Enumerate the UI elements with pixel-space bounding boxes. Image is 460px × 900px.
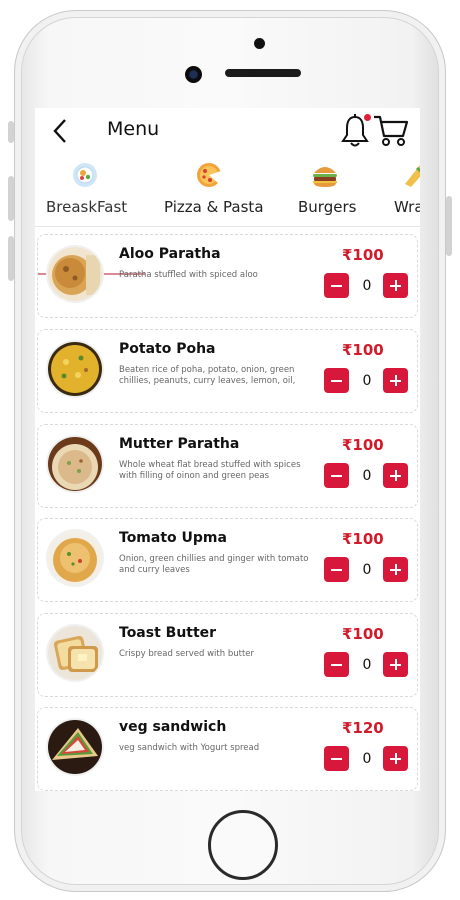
pizza-icon: [197, 163, 222, 187]
aloo-paratha-photo: [48, 247, 102, 301]
item-name: Tomato Upma: [119, 530, 227, 546]
menu-item: Tomato Upma Onion, green chillies and gi…: [37, 518, 418, 602]
item-name: Toast Butter: [119, 625, 217, 641]
mutter-paratha-photo: [48, 437, 102, 491]
item-description: Paratha stuffled with spiced aloo: [119, 270, 258, 280]
tab-label: Pizza & Pasta: [164, 198, 264, 216]
item-quantity: 0: [362, 278, 372, 294]
item-quantity: 0: [362, 468, 372, 484]
tab-label: BreaskFast: [46, 198, 128, 216]
veg-sandwich-photo: [48, 720, 102, 774]
tab-label: Burgers: [298, 198, 357, 216]
menu-item: Potato Poha Beaten rice of poha, potato,…: [37, 329, 418, 413]
item-quantity: 0: [362, 373, 372, 389]
item-name: Potato Poha: [119, 341, 216, 357]
divider: [35, 226, 420, 227]
tab-burgers[interactable]: Burgers: [290, 158, 370, 226]
decrease-quantity-button[interactable]: [324, 368, 349, 393]
item-description: Crispy bread served with butter: [119, 649, 255, 659]
item-name: veg sandwich: [119, 719, 227, 735]
item-quantity: 0: [362, 562, 372, 578]
wrap-icon: [405, 165, 420, 187]
side-button: [446, 196, 452, 256]
item-quantity: 0: [362, 751, 372, 767]
item-price: ₹100: [342, 625, 384, 643]
item-description: veg sandwich with Yogurt spread: [119, 743, 260, 753]
home-button[interactable]: [208, 810, 278, 880]
decrease-quantity-button[interactable]: [324, 652, 349, 677]
item-quantity: 0: [362, 657, 372, 673]
toast-butter-photo: [48, 626, 102, 680]
item-name: Aloo Paratha: [119, 246, 221, 262]
camera-lens: [185, 66, 202, 83]
increase-quantity-button[interactable]: [383, 273, 408, 298]
side-button: [8, 236, 14, 281]
page-title: Menu: [107, 118, 160, 140]
tab-pizza-pasta[interactable]: Pizza & Pasta: [157, 158, 277, 226]
decrease-quantity-button[interactable]: [324, 746, 349, 771]
category-tabs: BreaskFast Pizza & Pasta Burgers Wra: [35, 158, 420, 275]
decrease-quantity-button[interactable]: [324, 273, 349, 298]
burger-icon: [313, 167, 337, 187]
item-description: Onion, green chillies and ginger with to…: [119, 554, 309, 575]
item-name: Mutter Paratha: [119, 436, 240, 452]
side-button: [8, 121, 14, 143]
increase-quantity-button[interactable]: [383, 557, 408, 582]
app-bar: Menu: [35, 108, 420, 154]
item-price: ₹100: [342, 436, 384, 454]
app-screen: Menu BreaskFast Pizza & Pasta Burgers Wr…: [35, 108, 420, 791]
item-price: ₹100: [342, 530, 384, 548]
increase-quantity-button[interactable]: [383, 368, 408, 393]
tab-wraps[interactable]: Wra: [390, 158, 420, 226]
cart-icon[interactable]: [373, 114, 409, 148]
back-arrow-icon[interactable]: [49, 116, 71, 146]
tomato-upma-photo: [48, 531, 102, 585]
side-button: [8, 176, 14, 221]
potato-poha-photo: [48, 342, 102, 396]
front-camera: [254, 38, 265, 49]
tab-label: Wra: [394, 198, 420, 216]
earpiece-speaker: [225, 69, 301, 77]
tab-breakfast[interactable]: BreaskFast: [35, 158, 145, 226]
item-price: ₹100: [342, 246, 384, 264]
increase-quantity-button[interactable]: [383, 652, 408, 677]
increase-quantity-button[interactable]: [383, 463, 408, 488]
menu-item: veg sandwich veg sandwich with Yogurt sp…: [37, 707, 418, 791]
menu-item: Mutter Paratha Whole wheat flat bread st…: [37, 424, 418, 508]
menu-item: Aloo Paratha Paratha stuffled with spice…: [37, 234, 418, 318]
item-price: ₹100: [342, 341, 384, 359]
decrease-quantity-button[interactable]: [324, 557, 349, 582]
item-price: ₹120: [342, 719, 384, 737]
item-description: Beaten rice of poha, potato, onion, gree…: [119, 365, 296, 386]
breakfast-icon: [73, 163, 97, 187]
increase-quantity-button[interactable]: [383, 746, 408, 771]
notification-dot: [364, 114, 371, 121]
menu-item: Toast Butter Crispy bread served with bu…: [37, 613, 418, 697]
item-description: Whole wheat flat bread stuffed with spic…: [119, 460, 301, 481]
decrease-quantity-button[interactable]: [324, 463, 349, 488]
